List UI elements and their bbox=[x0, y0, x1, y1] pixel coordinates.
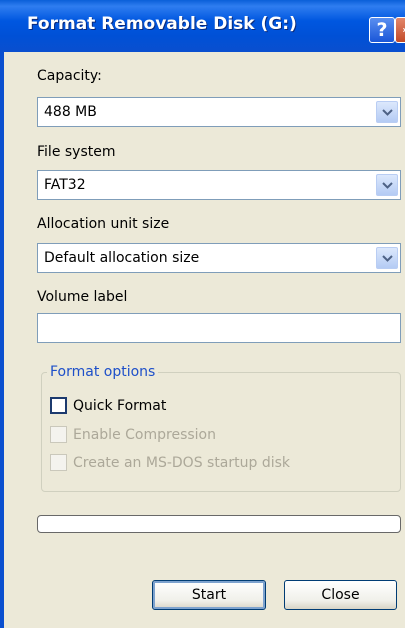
file-system-value: FAT32 bbox=[44, 177, 86, 193]
format-dialog: Format Removable Disk (G:) ? Capacity: 4… bbox=[0, 0, 405, 628]
quick-format-label: Quick Format bbox=[73, 397, 167, 414]
quick-format-option[interactable]: Quick Format bbox=[50, 397, 166, 414]
chevron-down-icon bbox=[382, 109, 393, 116]
chevron-down-icon bbox=[382, 182, 393, 189]
format-progress-bar bbox=[37, 515, 401, 533]
help-button[interactable]: ? bbox=[369, 17, 395, 43]
volume-label-input[interactable] bbox=[37, 313, 401, 343]
file-system-label: File system bbox=[37, 144, 116, 160]
start-button[interactable]: Start bbox=[152, 580, 266, 610]
file-system-dropdown-button[interactable] bbox=[376, 174, 398, 196]
allocation-unit-value: Default allocation size bbox=[44, 250, 200, 266]
msdos-startup-label: Create an MS-DOS startup disk bbox=[73, 454, 291, 471]
enable-compression-label: Enable Compression bbox=[73, 426, 216, 443]
help-icon: ? bbox=[376, 19, 388, 41]
msdos-startup-checkbox bbox=[50, 454, 67, 471]
chevron-down-icon bbox=[382, 255, 393, 262]
format-options-title: Format options bbox=[47, 364, 159, 380]
capacity-value: 488 MB bbox=[44, 104, 97, 120]
capacity-dropdown-button[interactable] bbox=[376, 101, 398, 123]
capacity-label: Capacity: bbox=[37, 68, 102, 84]
close-window-button[interactable] bbox=[395, 17, 405, 43]
capacity-dropdown[interactable]: 488 MB bbox=[37, 97, 401, 127]
file-system-dropdown[interactable]: FAT32 bbox=[37, 170, 401, 200]
allocation-unit-dropdown-button[interactable] bbox=[376, 247, 398, 269]
volume-label-label: Volume label bbox=[37, 289, 128, 305]
title-bar[interactable]: Format Removable Disk (G:) ? bbox=[0, 0, 405, 52]
dialog-body: Capacity: 488 MB File system FAT32 Alloc… bbox=[0, 52, 405, 628]
quick-format-checkbox[interactable] bbox=[50, 397, 67, 414]
enable-compression-option: Enable Compression bbox=[50, 426, 216, 443]
allocation-unit-label: Allocation unit size bbox=[37, 216, 170, 232]
enable-compression-checkbox bbox=[50, 426, 67, 443]
allocation-unit-dropdown[interactable]: Default allocation size bbox=[37, 243, 401, 273]
window-title: Format Removable Disk (G:) bbox=[27, 14, 297, 34]
close-button[interactable]: Close bbox=[284, 580, 397, 610]
msdos-startup-option: Create an MS-DOS startup disk bbox=[50, 454, 290, 471]
